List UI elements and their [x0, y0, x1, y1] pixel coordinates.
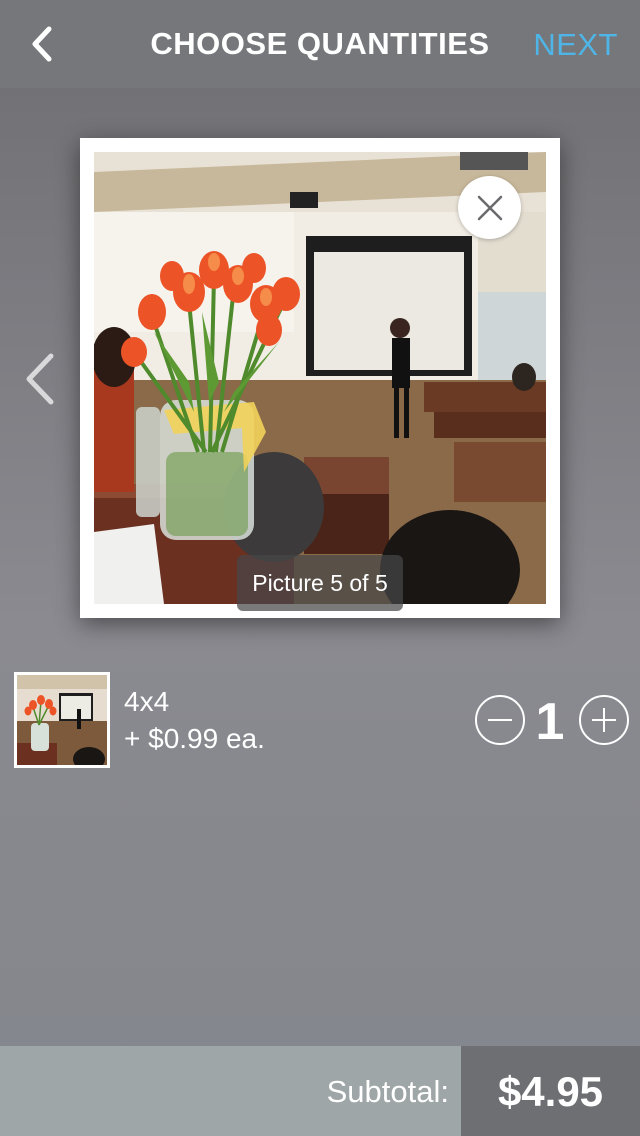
- previous-picture-button[interactable]: [20, 350, 60, 408]
- close-icon: [477, 195, 502, 220]
- header-bar: CHOOSE QUANTITIES NEXT: [0, 0, 640, 88]
- increase-quantity-button[interactable]: [579, 695, 629, 745]
- chevron-left-icon: [26, 353, 54, 405]
- unit-price-label: + $0.99 ea.: [124, 723, 265, 754]
- subtotal-bar: Subtotal:: [0, 1046, 461, 1136]
- subtotal-value: $4.95: [497, 1068, 604, 1115]
- subtotal-label: Subtotal:: [326, 1074, 449, 1109]
- next-button[interactable]: NEXT: [533, 27, 618, 63]
- remove-picture-button[interactable]: [458, 176, 521, 239]
- item-thumbnail: [14, 672, 110, 768]
- picture-counter: Picture 5 of 5: [237, 555, 403, 611]
- print-size-label: 4x4: [124, 686, 170, 717]
- quantity-value: 1: [535, 693, 565, 751]
- subtotal-value-box: $4.95: [461, 1046, 640, 1136]
- decrease-quantity-button[interactable]: [475, 695, 525, 745]
